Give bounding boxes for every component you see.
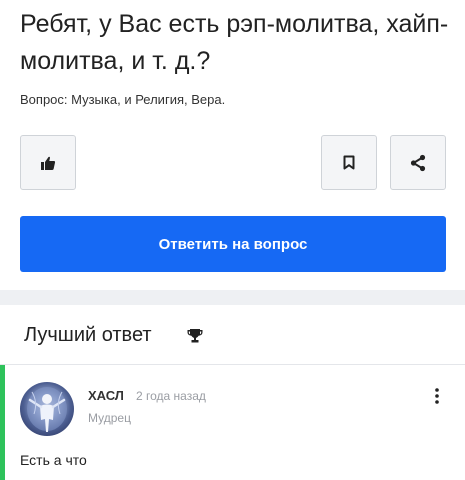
author-rank: Мудрец xyxy=(88,411,131,425)
answer-text: Есть а что xyxy=(20,452,87,468)
share-icon xyxy=(410,154,426,171)
bookmark-icon xyxy=(343,155,355,170)
best-answer-header: Лучший ответ xyxy=(0,305,465,365)
more-vertical-icon xyxy=(435,388,439,404)
trophy-icon xyxy=(187,329,203,343)
bookmark-button[interactable] xyxy=(321,135,377,190)
best-answer: ХАСЛ 2 года назад Мудрец Есть а что xyxy=(0,365,465,480)
thumbs-up-icon xyxy=(41,156,56,170)
best-answer-accent xyxy=(0,365,5,480)
question-card: Ребят, у Вас есть рэп-молитва, хайп-моли… xyxy=(0,0,465,290)
avatar-image xyxy=(27,387,67,432)
share-button[interactable] xyxy=(390,135,446,190)
author-name[interactable]: ХАСЛ xyxy=(88,388,124,403)
question-title: Ребят, у Вас есть рэп-молитва, хайп-моли… xyxy=(20,10,449,75)
answer-question-button[interactable]: Ответить на вопрос xyxy=(20,216,446,272)
answer-timestamp: 2 года назад xyxy=(136,389,206,403)
avatar[interactable] xyxy=(20,382,74,436)
question-category[interactable]: Вопрос: Музыка, и Религия, Вера. xyxy=(20,92,225,107)
best-answer-title: Лучший ответ xyxy=(24,324,152,346)
best-answer-card: Лучший ответ ХАСЛ 2 года назад Мудрец Ес… xyxy=(0,305,465,480)
more-options-button[interactable] xyxy=(430,385,444,407)
like-button[interactable] xyxy=(20,135,76,190)
